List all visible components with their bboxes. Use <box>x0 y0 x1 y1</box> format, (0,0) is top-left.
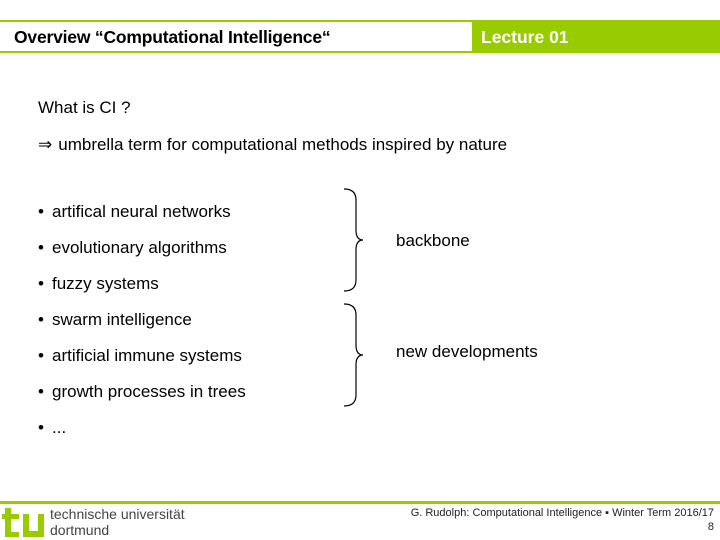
tu-logo-icon <box>2 508 44 537</box>
university-name: technische universität dortmund <box>50 506 185 538</box>
list-item-text: ... <box>52 418 67 437</box>
footer-credit: G. Rudolph: Computational Intelligence ▪… <box>410 507 714 519</box>
list-item-text: evolutionary algorithms <box>52 238 227 257</box>
answer-line: ⇒ umbrella term for computational methods… <box>38 135 507 155</box>
page-number: 8 <box>707 521 714 533</box>
answer-text: umbrella term for computational methods … <box>58 135 508 154</box>
list-item: •... <box>38 418 246 454</box>
university-name-line1: technische universität <box>50 506 185 522</box>
bullet-icon: • <box>38 382 44 401</box>
university-name-line2: dortmund <box>50 522 110 538</box>
lecture-label: Lecture 01 <box>481 27 569 47</box>
question-text: What is CI ? <box>38 98 131 117</box>
list-item-text: artifical neural networks <box>52 202 231 221</box>
bullet-icon: • <box>38 202 44 221</box>
implies-arrow-icon: ⇒ <box>38 135 53 154</box>
topic-list: • artifical neural networks • evolutionary… <box>38 202 246 454</box>
footer-divider <box>0 501 720 504</box>
right-brace-icon <box>343 188 364 292</box>
bullet-icon: • <box>38 418 44 437</box>
list-item-text: swarm intelligence <box>52 310 192 329</box>
right-brace-icon <box>343 303 364 407</box>
group-label-new-developments: new developments <box>396 342 538 361</box>
group-label-backbone: backbone <box>396 231 470 250</box>
list-item: • swarm intelligence <box>38 310 246 346</box>
bullet-icon: • <box>38 346 44 365</box>
list-item: • growth processes in trees <box>38 382 246 418</box>
list-item-text: fuzzy systems <box>52 274 159 293</box>
slide-title: Overview “Computational Intelligence“ <box>14 27 331 47</box>
list-item: • fuzzy systems <box>38 274 246 310</box>
list-item: • evolutionary algorithms <box>38 238 246 274</box>
list-item-text: artificial immune systems <box>52 346 242 365</box>
list-item: • artificial immune systems <box>38 346 246 382</box>
bullet-icon: • <box>38 274 44 293</box>
bullet-icon: • <box>38 238 44 257</box>
bullet-icon: • <box>38 310 44 329</box>
list-item-text: growth processes in trees <box>52 382 246 401</box>
list-item: • artifical neural networks <box>38 202 246 238</box>
